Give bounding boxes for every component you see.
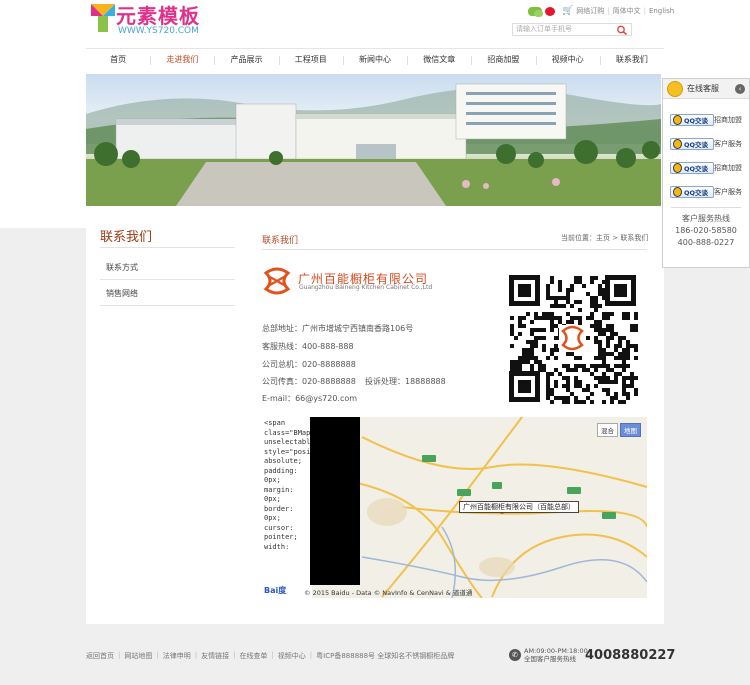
- qq-row-label: 客户服务: [714, 140, 742, 148]
- nav-item-about[interactable]: 走进我们: [150, 49, 214, 71]
- service-hotline-title: 客户服务热线: [682, 214, 730, 223]
- qq-icon: [673, 115, 682, 125]
- sidebar-title: 联系我们: [100, 230, 153, 245]
- qq-row-label: 招商加盟: [714, 164, 742, 172]
- lang-cn-link[interactable]: 简体中文: [613, 6, 641, 16]
- qq-row-label: 招商加盟: [714, 116, 742, 124]
- divider: [671, 207, 741, 208]
- info-complaint: 投诉处理：18888888: [365, 377, 446, 386]
- page-title: 联系我们: [262, 236, 299, 246]
- order-link[interactable]: 网络订购: [576, 6, 604, 16]
- qr-code-icon: [507, 273, 638, 404]
- factory-illustration: [86, 83, 661, 206]
- map-hybrid-button[interactable]: 混合: [597, 423, 618, 437]
- banner-image: [86, 74, 661, 206]
- footer-link-order-query[interactable]: 在线查单: [239, 651, 267, 661]
- qq-icon: [673, 187, 682, 197]
- footer-links: 返回首页 | 网站地图 | 法律申明 | 友情链接 | 在线查单 | 视频中心 | 粤ICP…: [86, 651, 455, 661]
- sidebar-item-sales-network[interactable]: 销售网络: [100, 282, 235, 306]
- footer-link-home[interactable]: 返回首页: [86, 651, 114, 661]
- info-email[interactable]: E-mail：66@ys720.com: [262, 393, 357, 404]
- main-nav: 首页 走进我们 产品展示 工程项目 新闻中心 微信文章 招商加盟 视频中心 联系…: [86, 48, 664, 71]
- map-debug-text: <span class="BMap_noprint" unselectable=…: [262, 417, 312, 598]
- nav-item-contact[interactable]: 联系我们: [599, 49, 664, 71]
- search-input[interactable]: 请输入订单手机号: [512, 23, 632, 36]
- map-copyright: © 2015 Baidu - Data © NavInfo & CenNavi …: [304, 589, 473, 597]
- nav-item-wechat[interactable]: 微信文章: [407, 49, 471, 71]
- footer-link-legal[interactable]: 法律申明: [163, 651, 191, 661]
- phone-icon: ✆: [509, 649, 521, 661]
- site-logo-title[interactable]: 元素模板: [116, 0, 200, 29]
- qq-chat-button[interactable]: QQ交谈: [670, 186, 714, 198]
- info-fax: 公司传真：020-8888888: [262, 377, 356, 386]
- nav-item-products[interactable]: 产品展示: [214, 49, 278, 71]
- logo-icon[interactable]: [89, 2, 117, 34]
- qq-row: QQ交谈 客户服务: [670, 185, 742, 199]
- qq-row-label: 客户服务: [714, 188, 742, 196]
- map-marker-label[interactable]: 广州百能橱柜有限公司（百能总部）: [459, 501, 579, 513]
- qq-icon: [673, 139, 682, 149]
- company-logo-icon: [263, 267, 291, 295]
- qq-chat-button[interactable]: QQ交谈: [670, 138, 714, 150]
- qq-row: QQ交谈 招商加盟: [670, 113, 742, 127]
- service-header: 在线客服 ‹: [663, 79, 749, 99]
- map-widget[interactable]: <span class="BMap_noprint" unselectable=…: [262, 417, 647, 598]
- sidebar-item-contact-info[interactable]: 联系方式: [100, 256, 235, 280]
- wechat-icon[interactable]: [528, 6, 543, 17]
- nav-item-home[interactable]: 首页: [86, 49, 150, 71]
- online-service-panel: 在线客服 ‹ QQ交谈 招商加盟 QQ交谈 客户服务 QQ交谈 招商加盟 QQ交…: [662, 78, 750, 268]
- smiley-icon: [667, 81, 683, 97]
- footer-link-video[interactable]: 视频中心: [278, 651, 306, 661]
- qq-row: QQ交谈 客户服务: [670, 137, 742, 151]
- separator: |: [643, 7, 646, 15]
- map-normal-button[interactable]: 地图: [620, 423, 641, 437]
- separator: |: [607, 7, 610, 15]
- company-name-en: Guangzhou Baineng Kitchen Cabinet Co.,Lt…: [299, 284, 433, 291]
- footer-icp: 粤ICP备888888号 全球知名不锈钢橱柜品牌: [316, 652, 455, 660]
- cart-icon: 🛒: [562, 6, 574, 16]
- info-hotline: 客服热线：400-888-888: [262, 342, 354, 351]
- search-icon[interactable]: [616, 25, 628, 35]
- nav-item-news[interactable]: 新闻中心: [342, 49, 407, 71]
- site-logo-url: WWW.YS720.COM: [118, 26, 199, 36]
- info-switchboard: 公司总机：020-8888888: [262, 360, 356, 369]
- nav-item-video[interactable]: 视频中心: [535, 49, 600, 71]
- service-phone-1: 186-020-58580: [675, 226, 737, 235]
- footer-link-friends[interactable]: 友情链接: [201, 651, 229, 661]
- qq-chat-button[interactable]: QQ交谈: [670, 114, 714, 126]
- map-type-switch: 混合 地图: [597, 423, 641, 437]
- qq-icon: [673, 163, 682, 173]
- footer-phone: 4008880227: [585, 648, 676, 663]
- service-phone-2: 400-888-0227: [677, 238, 735, 247]
- lang-en-link[interactable]: English: [649, 7, 674, 15]
- service-title: 在线客服: [687, 84, 719, 93]
- info-address: 总部地址：广州市增城宁西镇南香路106号: [262, 324, 414, 333]
- nav-item-projects[interactable]: 工程项目: [278, 49, 343, 71]
- divider: [262, 249, 647, 250]
- divider: [100, 247, 235, 248]
- map-zoom-panel[interactable]: [310, 417, 360, 585]
- qq-row: QQ交谈 招商加盟: [670, 161, 742, 175]
- close-icon[interactable]: ‹: [735, 84, 745, 94]
- weibo-icon[interactable]: [545, 6, 555, 16]
- nav-item-franchise[interactable]: 招商加盟: [471, 49, 535, 71]
- baidu-logo: Bai度: [264, 585, 287, 596]
- footer-link-sitemap[interactable]: 网站地图: [124, 651, 152, 661]
- top-links: 🛒 网络订购 | 简体中文 | English: [528, 6, 674, 17]
- qq-chat-button[interactable]: QQ交谈: [670, 162, 714, 174]
- breadcrumb: 当前位置：主页 > 联系我们: [561, 234, 649, 242]
- footer-hours: AM:09:00-PM:18:00 全国客户服务热线: [524, 647, 588, 663]
